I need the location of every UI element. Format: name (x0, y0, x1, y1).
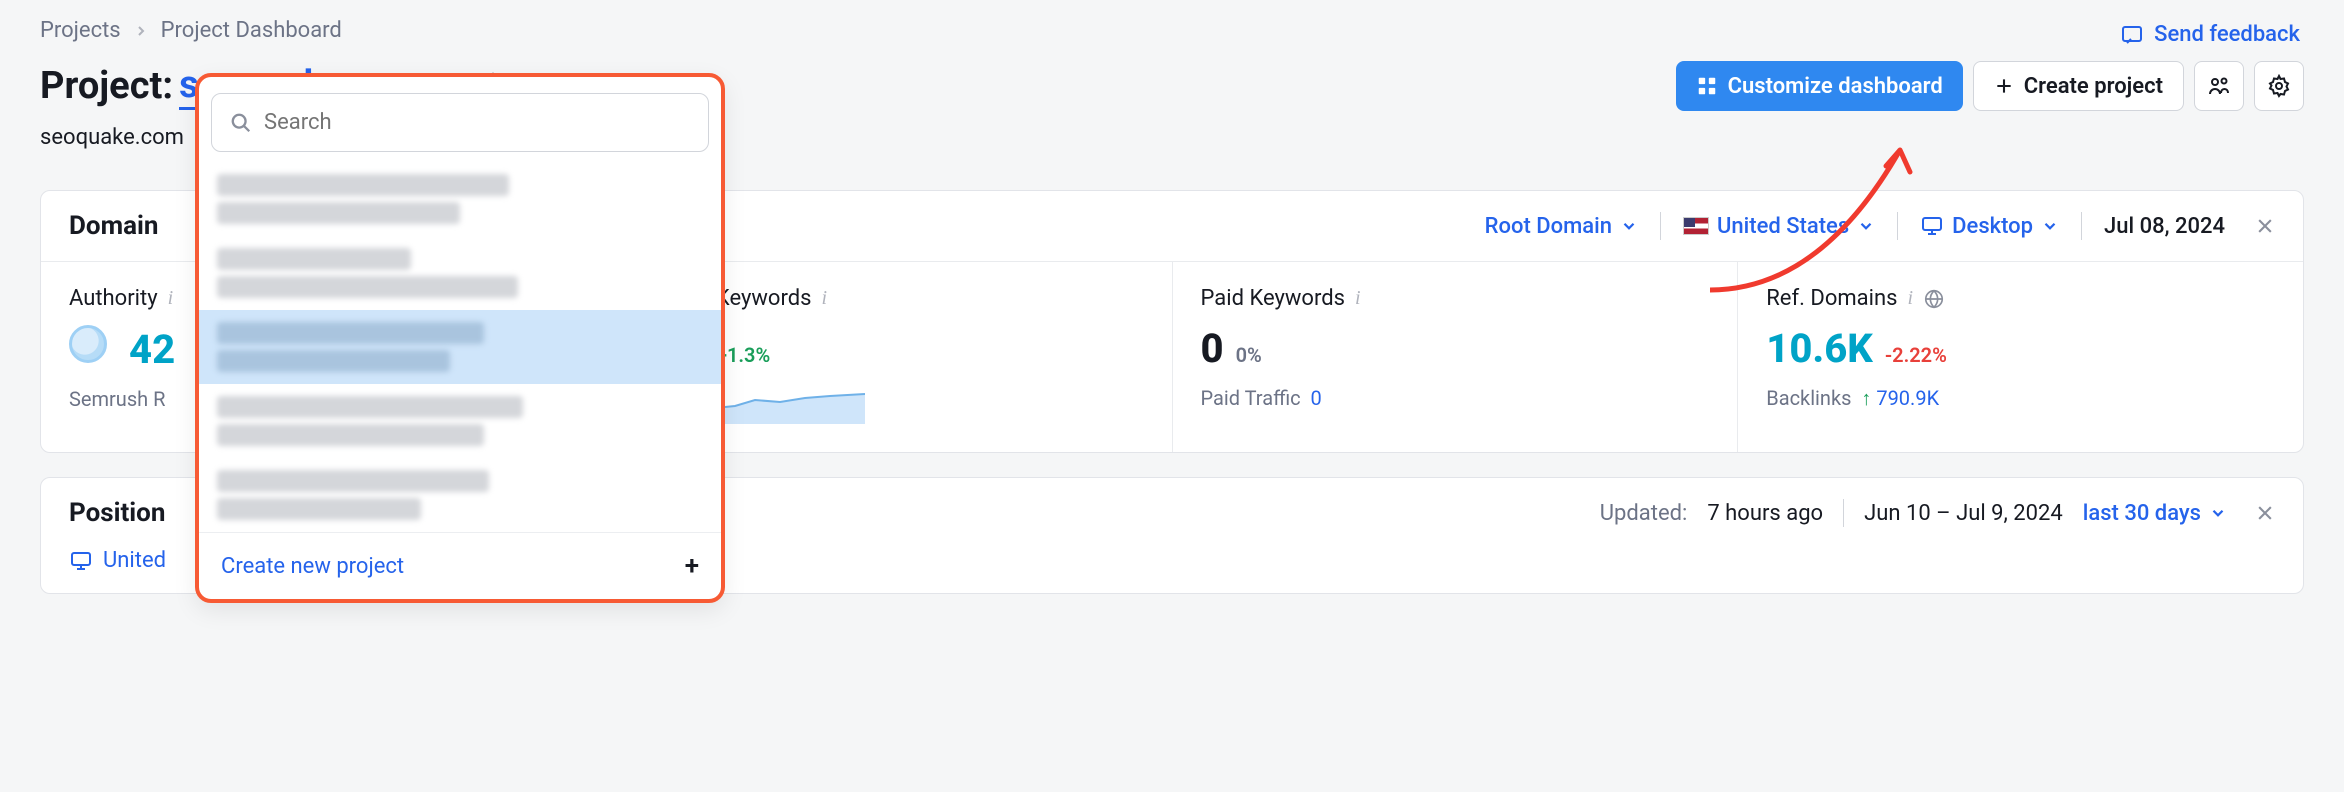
search-input[interactable] (264, 110, 690, 135)
search-input-wrapper[interactable] (211, 93, 709, 152)
backlinks-value[interactable]: 790.9K (1876, 386, 1939, 410)
people-icon (2207, 74, 2231, 98)
info-icon[interactable]: i (168, 287, 174, 310)
chevron-down-icon (2209, 504, 2227, 522)
date-label: Jul 08, 2024 (2104, 214, 2225, 239)
search-icon (230, 112, 252, 134)
close-card-button[interactable] (2255, 503, 2275, 523)
project-dropdown: Create new project + (195, 73, 725, 603)
metric-ref-domains: Ref. Domains i 10.6K -2.22% Backlinks ↑ … (1738, 262, 2303, 452)
info-icon[interactable]: i (1907, 287, 1913, 310)
scope-filter[interactable]: Root Domain (1485, 214, 1638, 239)
create-new-label: Create new project (221, 554, 404, 579)
list-item-selected[interactable] (199, 310, 721, 384)
settings-button[interactable] (2254, 61, 2304, 111)
card-title-position: Position (69, 498, 165, 528)
grid-icon (1696, 75, 1718, 97)
breadcrumb-root[interactable]: Projects (40, 18, 121, 43)
send-feedback-link[interactable]: Send feedback (2120, 22, 2300, 47)
list-item[interactable] (199, 384, 721, 458)
plus-icon (1994, 76, 2014, 96)
plus-icon: + (685, 551, 699, 581)
info-icon[interactable]: i (1355, 287, 1361, 310)
desktop-icon (1920, 214, 1944, 238)
position-device-label[interactable]: United (103, 548, 166, 573)
create-project-button[interactable]: Create project (1973, 61, 2184, 111)
device-filter[interactable]: Desktop (1920, 214, 2059, 239)
paid-change: 0% (1236, 343, 1262, 367)
authority-gauge-icon (69, 325, 107, 363)
feedback-label: Send feedback (2154, 22, 2300, 47)
card-title-domain: Domain (69, 211, 158, 241)
updated-value: 7 hours ago (1707, 501, 1823, 526)
title-prefix: Project: (40, 64, 173, 108)
us-flag-icon (1683, 217, 1709, 235)
breadcrumb-current: Project Dashboard (161, 18, 342, 43)
authority-value: 42 (129, 326, 175, 373)
date-range: Jun 10 – Jul 9, 2024 (1864, 501, 2063, 526)
close-card-button[interactable] (2255, 216, 2275, 236)
paid-traffic-value[interactable]: 0 (1311, 386, 1322, 410)
list-item[interactable] (199, 162, 721, 236)
metric-paid: Paid Keywords i 0 0% Paid Traffic 0 (1173, 262, 1739, 452)
create-new-project-link[interactable]: Create new project + (199, 532, 721, 599)
create-label: Create project (2024, 74, 2163, 99)
customize-label: Customize dashboard (1728, 74, 1943, 99)
breadcrumb: Projects Project Dashboard (40, 18, 2304, 43)
list-item[interactable] (199, 458, 721, 532)
chevron-down-icon (1857, 217, 1875, 235)
country-filter[interactable]: United States (1683, 214, 1875, 239)
paid-value: 0 (1201, 325, 1224, 372)
up-arrow-icon: ↑ (1861, 386, 1871, 410)
feedback-icon (2120, 23, 2144, 47)
chevron-down-icon (1620, 217, 1638, 235)
customize-dashboard-button[interactable]: Customize dashboard (1676, 61, 1963, 111)
ref-value: 10.6K (1766, 325, 1873, 372)
list-item[interactable] (199, 236, 721, 310)
period-filter[interactable]: last 30 days (2083, 501, 2227, 526)
chevron-down-icon (2041, 217, 2059, 235)
globe-icon (1923, 288, 1945, 310)
chevron-right-icon (135, 25, 147, 37)
desktop-icon (69, 549, 93, 573)
gear-icon (2267, 74, 2291, 98)
info-icon[interactable]: i (821, 287, 827, 310)
updated-label: Updated: (1600, 501, 1688, 526)
share-button[interactable] (2194, 61, 2244, 111)
ref-change: -2.22% (1885, 343, 1947, 367)
